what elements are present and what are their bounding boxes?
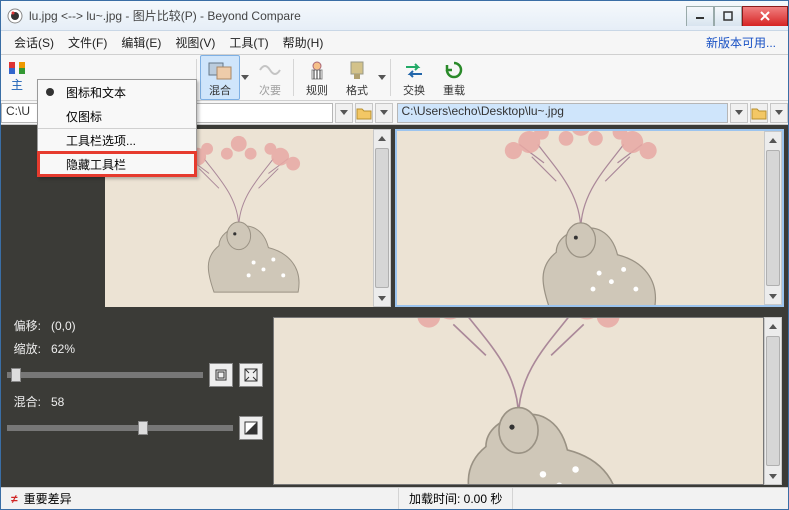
blend-slider[interactable]	[7, 425, 233, 431]
contrast-icon	[244, 421, 258, 435]
toolbar-secondary-button[interactable]: 次要	[250, 55, 290, 100]
zoom-label: 缩放:	[7, 340, 41, 357]
actual-size-icon	[244, 368, 258, 382]
app-icon	[7, 8, 23, 24]
right-browse-button[interactable]	[750, 103, 768, 123]
toolbar-options-popup: 图标和文本 仅图标 工具栏选项... 隐藏工具栏	[37, 79, 197, 177]
toolbar-swap-button[interactable]: 交换	[394, 55, 434, 100]
folder-open-icon	[356, 106, 372, 120]
fit-icon	[214, 368, 228, 382]
right-scrollbar[interactable]	[764, 131, 782, 305]
toolbar-mix-button[interactable]: 混合	[200, 55, 240, 100]
toolbar-home[interactable]: 主	[1, 55, 33, 100]
update-available-link[interactable]: 新版本可用...	[706, 34, 782, 51]
menu-file[interactable]: 文件(F)	[61, 31, 114, 54]
zoom-actual-button[interactable]	[239, 363, 263, 387]
menu-bar: 会话(S) 文件(F) 编辑(E) 视图(V) 工具(T) 帮助(H) 新版本可…	[1, 31, 788, 55]
offset-value: (0,0)	[51, 319, 76, 333]
not-equal-icon: ≠	[11, 492, 18, 506]
referee-icon	[305, 59, 329, 81]
window-title: lu.jpg <--> lu~.jpg - 图片比较(P) - Beyond C…	[29, 7, 301, 24]
left-path-dropdown[interactable]	[335, 103, 353, 123]
toolbar-reload-button[interactable]: 重载	[434, 55, 474, 100]
menu-tools[interactable]: 工具(T)	[222, 31, 275, 54]
blend-value: 58	[51, 395, 64, 409]
popup-item-icons-only[interactable]: 仅图标	[38, 104, 196, 128]
status-load-time: 加载时间: 0.00 秒	[399, 488, 513, 509]
merged-preview-pane	[273, 317, 782, 485]
format-icon	[345, 59, 369, 81]
toolbar-format-dropdown[interactable]	[377, 55, 387, 100]
status-bar: ≠ 重要差异 加载时间: 0.00 秒	[1, 487, 788, 509]
toolbar-mix-dropdown[interactable]	[240, 55, 250, 100]
app-window: lu.jpg <--> lu~.jpg - 图片比较(P) - Beyond C…	[0, 0, 789, 510]
popup-item-hide-toolbar[interactable]: 隐藏工具栏	[38, 152, 196, 176]
title-bar: lu.jpg <--> lu~.jpg - 图片比较(P) - Beyond C…	[1, 1, 788, 31]
toolbar-format-button[interactable]: 格式	[337, 55, 377, 100]
right-path-dropdown[interactable]	[730, 103, 748, 123]
bottom-panel: 偏移: (0,0) 缩放: 62% 混合: 58	[1, 311, 788, 487]
zoom-value: 62%	[51, 342, 75, 356]
status-diff-label: 重要差异	[24, 490, 72, 507]
status-diff: ≠ 重要差异	[1, 488, 399, 509]
menu-session[interactable]: 会话(S)	[7, 31, 61, 54]
popup-item-toolbar-options[interactable]: 工具栏选项...	[38, 128, 196, 152]
menu-edit[interactable]: 编辑(E)	[114, 31, 168, 54]
close-button[interactable]	[742, 6, 788, 26]
mix-icon	[208, 59, 232, 81]
wave-icon	[258, 59, 282, 81]
merged-scrollbar[interactable]	[764, 317, 782, 485]
menu-view[interactable]: 视图(V)	[168, 31, 222, 54]
popup-item-icons-and-text[interactable]: 图标和文本	[38, 80, 196, 104]
folder-open-icon	[751, 106, 767, 120]
radio-selected-icon	[46, 88, 54, 96]
maximize-button[interactable]	[714, 6, 742, 26]
right-path-area: C:\Users\echo\Desktop\lu~.jpg	[397, 103, 789, 123]
merged-image[interactable]	[273, 317, 764, 485]
left-browse-button[interactable]	[355, 103, 373, 123]
right-path-input[interactable]: C:\Users\echo\Desktop\lu~.jpg	[397, 103, 729, 123]
window-controls	[686, 6, 788, 26]
right-image[interactable]	[397, 131, 765, 305]
left-browse-dropdown[interactable]	[375, 103, 393, 123]
swap-icon	[402, 59, 426, 81]
zoom-fit-button[interactable]	[209, 363, 233, 387]
offset-label: 偏移:	[7, 317, 41, 334]
left-scrollbar[interactable]	[373, 129, 391, 307]
minimize-button[interactable]	[686, 6, 714, 26]
right-browse-dropdown[interactable]	[770, 103, 788, 123]
toolbar: 主 图标和文本 仅图标 工具栏选项... 隐藏工具栏 混合	[1, 55, 788, 101]
controls-panel: 偏移: (0,0) 缩放: 62% 混合: 58	[7, 317, 263, 485]
blend-label: 混合:	[7, 393, 41, 410]
zoom-slider[interactable]	[7, 372, 203, 378]
blend-invert-button[interactable]	[239, 416, 263, 440]
menu-help[interactable]: 帮助(H)	[276, 31, 331, 54]
right-image-pane	[395, 129, 785, 307]
reload-icon	[442, 59, 466, 81]
toolbar-rules-button[interactable]: 规则	[297, 55, 337, 100]
